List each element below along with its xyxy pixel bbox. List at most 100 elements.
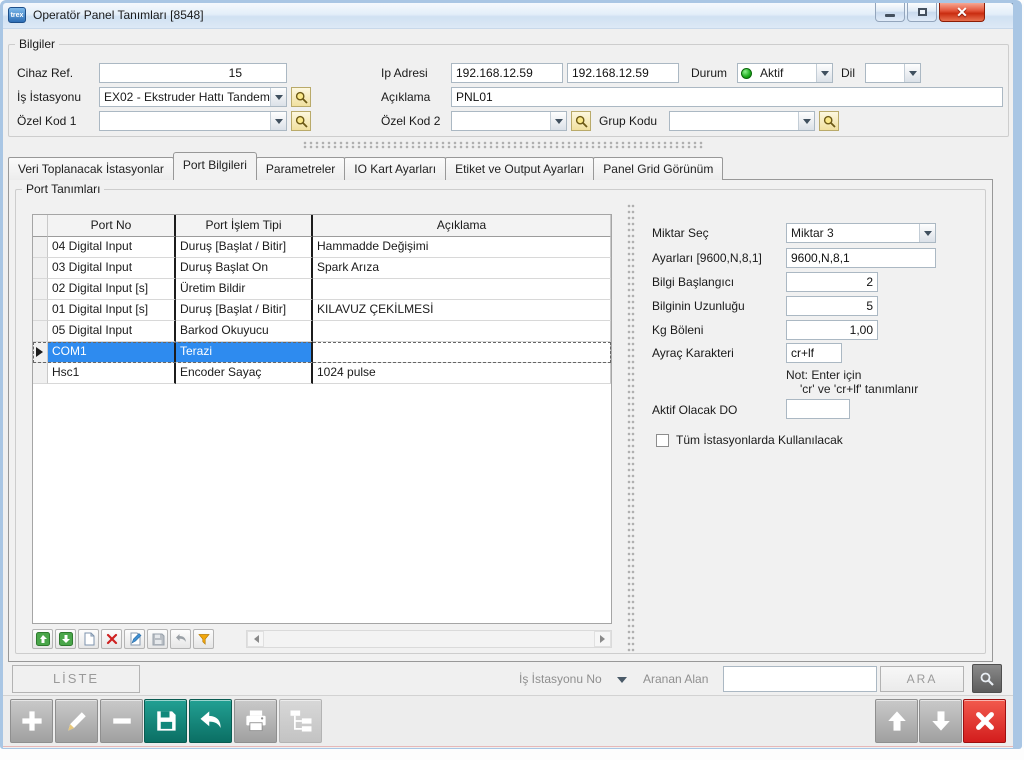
vertical-splitter[interactable]: [627, 204, 635, 654]
durum-select[interactable]: Aktif: [737, 63, 833, 83]
grid-undo-button[interactable]: [170, 629, 191, 649]
grid-filter-button[interactable]: [193, 629, 214, 649]
remove-button[interactable]: [100, 699, 143, 743]
chevron-down-icon[interactable]: [904, 64, 920, 82]
grid-move-up-button[interactable]: [32, 629, 53, 649]
cell-islem-tipi[interactable]: Duruş Başlat On: [176, 258, 313, 279]
is-istasyonu-lookup-button[interactable]: [291, 87, 311, 107]
ozel-kod1-lookup-button[interactable]: [291, 111, 311, 131]
cell-port-no[interactable]: 01 Digital Input [s]: [48, 300, 176, 321]
cell-port-no[interactable]: 03 Digital Input: [48, 258, 176, 279]
chevron-down-icon[interactable]: [617, 677, 627, 688]
kg-boleni-field[interactable]: [786, 320, 878, 340]
table-row[interactable]: 05 Digital Input Barkod Okuyucu: [33, 321, 611, 342]
table-row[interactable]: 04 Digital Input Duruş [Başlat / Bitir] …: [33, 237, 611, 258]
header-port-no[interactable]: Port No: [48, 215, 176, 237]
cell-port-no[interactable]: 04 Digital Input: [48, 237, 176, 258]
chevron-down-icon[interactable]: [798, 112, 814, 130]
grid-new-button[interactable]: [78, 629, 99, 649]
tab-veri-toplanacak-istasyonlar[interactable]: Veri Toplanacak İstasyonlar: [8, 157, 174, 180]
move-up-icon: [36, 632, 50, 646]
aktif-olacak-do-field[interactable]: [786, 399, 850, 419]
ayrac-karakteri-field[interactable]: [786, 343, 842, 363]
move-up-button[interactable]: [875, 699, 918, 743]
ip-adresi-field-1[interactable]: [451, 63, 563, 83]
table-row-selected[interactable]: COM1 Terazi: [33, 342, 611, 363]
table-row[interactable]: Hsc1 Encoder Sayaç 1024 pulse: [33, 363, 611, 384]
grid-horizontal-scrollbar[interactable]: [246, 630, 612, 648]
tab-etiket-ve-output-ayarlari[interactable]: Etiket ve Output Ayarları: [445, 157, 594, 180]
tree-view-button[interactable]: [279, 699, 322, 743]
grid-edit-button[interactable]: [124, 629, 145, 649]
cell-islem-tipi[interactable]: Duruş [Başlat / Bitir]: [176, 300, 313, 321]
ara-button[interactable]: ARA: [880, 666, 964, 692]
move-down-button[interactable]: [919, 699, 962, 743]
ayarlari-field[interactable]: [786, 248, 936, 268]
grid-move-down-button[interactable]: [55, 629, 76, 649]
tab-port-bilgileri[interactable]: Port Bilgileri: [173, 152, 257, 180]
cell-aciklama[interactable]: 1024 pulse: [313, 363, 611, 384]
bilgi-baslangici-field[interactable]: [786, 272, 878, 292]
cihaz-ref-field[interactable]: [99, 63, 287, 83]
table-row[interactable]: 03 Digital Input Duruş Başlat On Spark A…: [33, 258, 611, 279]
header-port-islem-tipi[interactable]: Port İşlem Tipi: [176, 215, 313, 237]
grid-delete-button[interactable]: [101, 629, 122, 649]
search-input[interactable]: [723, 666, 877, 692]
close-button[interactable]: ✕: [939, 3, 985, 22]
minimize-button[interactable]: [875, 3, 905, 22]
titlebar[interactable]: trex Operatör Panel Tanımları [8548] ✕: [3, 3, 1013, 29]
cell-port-no[interactable]: COM1: [48, 342, 176, 363]
advanced-search-button[interactable]: [972, 664, 1002, 693]
chevron-down-icon[interactable]: [270, 112, 286, 130]
horizontal-splitter[interactable]: [303, 141, 703, 149]
cell-islem-tipi[interactable]: Duruş [Başlat / Bitir]: [176, 237, 313, 258]
miktar-sec-select[interactable]: Miktar 3: [786, 223, 936, 243]
cell-aciklama[interactable]: [313, 342, 611, 363]
cell-aciklama[interactable]: Spark Arıza: [313, 258, 611, 279]
cell-port-no[interactable]: 05 Digital Input: [48, 321, 176, 342]
search-field-selector[interactable]: İş İstasyonu No: [519, 669, 602, 689]
cell-aciklama[interactable]: [313, 279, 611, 300]
maximize-button[interactable]: [907, 3, 937, 22]
chevron-down-icon[interactable]: [270, 88, 286, 106]
tab-parametreler[interactable]: Parametreler: [256, 157, 345, 180]
ozel-kod1-select[interactable]: [99, 111, 287, 131]
exit-button[interactable]: [963, 699, 1006, 743]
cell-aciklama[interactable]: Hammadde Değişimi: [313, 237, 611, 258]
header-aciklama[interactable]: Açıklama: [313, 215, 611, 237]
print-button[interactable]: [234, 699, 277, 743]
cell-port-no[interactable]: Hsc1: [48, 363, 176, 384]
cell-port-no[interactable]: 02 Digital Input [s]: [48, 279, 176, 300]
cell-aciklama[interactable]: KILAVUZ ÇEKİLMESİ: [313, 300, 611, 321]
ip-adresi-field-2[interactable]: [567, 63, 679, 83]
grid-save-button[interactable]: [147, 629, 168, 649]
ozel-kod2-select[interactable]: [451, 111, 567, 131]
grup-kodu-select[interactable]: [669, 111, 815, 131]
table-row[interactable]: 01 Digital Input [s] Duruş [Başlat / Bit…: [33, 300, 611, 321]
tum-istasyonlarda-checkbox[interactable]: [656, 434, 669, 447]
tab-io-kart-ayarlari[interactable]: IO Kart Ayarları: [344, 157, 446, 180]
grup-kodu-lookup-button[interactable]: [819, 111, 839, 131]
cell-islem-tipi[interactable]: Terazi: [176, 342, 313, 363]
save-button[interactable]: [144, 699, 187, 743]
chevron-down-icon[interactable]: [919, 224, 935, 242]
scroll-right-button[interactable]: [594, 631, 611, 647]
liste-button[interactable]: LİSTE: [12, 665, 140, 693]
undo-button[interactable]: [189, 699, 232, 743]
dil-select[interactable]: [865, 63, 921, 83]
chevron-down-icon[interactable]: [550, 112, 566, 130]
is-istasyonu-select[interactable]: EX02 - Ekstruder Hattı Tandem: [99, 87, 287, 107]
cell-islem-tipi[interactable]: Barkod Okuyucu: [176, 321, 313, 342]
ozel-kod2-lookup-button[interactable]: [571, 111, 591, 131]
table-row[interactable]: 02 Digital Input [s] Üretim Bildir: [33, 279, 611, 300]
aciklama-field[interactable]: [451, 87, 1003, 107]
scroll-left-button[interactable]: [247, 631, 264, 647]
cell-islem-tipi[interactable]: Üretim Bildir: [176, 279, 313, 300]
add-button[interactable]: [10, 699, 53, 743]
cell-islem-tipi[interactable]: Encoder Sayaç: [176, 363, 313, 384]
cell-aciklama[interactable]: [313, 321, 611, 342]
bilginin-uzunlugu-field[interactable]: [786, 296, 878, 316]
edit-button[interactable]: [55, 699, 98, 743]
tab-panel-grid-gorunum[interactable]: Panel Grid Görünüm: [593, 157, 723, 180]
chevron-down-icon[interactable]: [816, 64, 832, 82]
